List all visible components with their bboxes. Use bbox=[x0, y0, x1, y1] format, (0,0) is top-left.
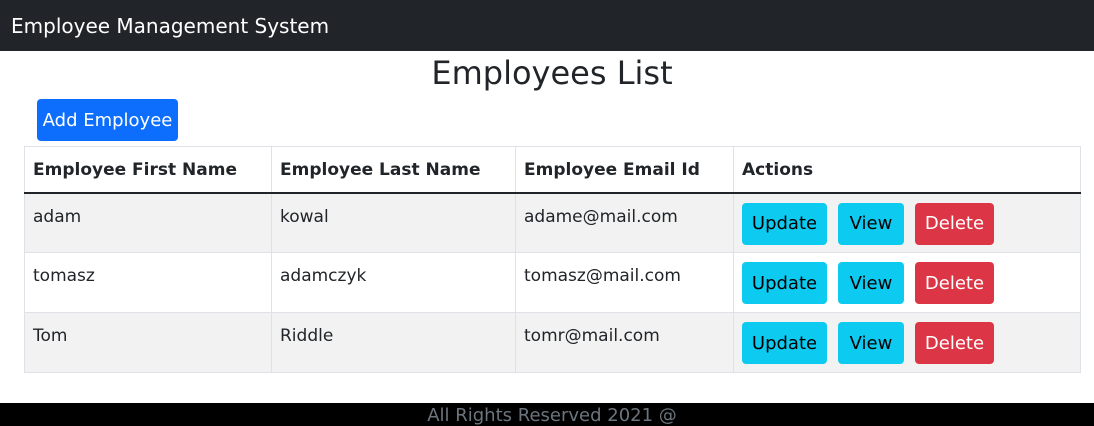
view-button[interactable]: View bbox=[838, 322, 904, 364]
header-last-name: Employee Last Name bbox=[271, 146, 516, 194]
cell-actions: Update View Delete bbox=[733, 252, 1081, 313]
header-actions: Actions bbox=[733, 146, 1081, 194]
header-email: Employee Email Id bbox=[515, 146, 734, 194]
cell-last-name: Riddle bbox=[271, 312, 516, 373]
add-employee-button[interactable]: Add Employee bbox=[37, 99, 178, 141]
cell-last-name: kowal bbox=[271, 192, 516, 253]
page-title: Employees List bbox=[431, 54, 673, 92]
delete-button[interactable]: Delete bbox=[915, 262, 994, 304]
cell-first-name: adam bbox=[24, 192, 272, 253]
header-first-name: Employee First Name bbox=[24, 146, 272, 194]
cell-email: tomr@mail.com bbox=[515, 312, 734, 373]
cell-actions: Update View Delete bbox=[733, 312, 1081, 373]
cell-email: adame@mail.com bbox=[515, 192, 734, 253]
delete-button[interactable]: Delete bbox=[915, 322, 994, 364]
view-button[interactable]: View bbox=[838, 202, 904, 245]
update-button[interactable]: Update bbox=[742, 262, 827, 304]
navbar-brand[interactable]: Employee Management System bbox=[11, 14, 329, 38]
table-header-row: Employee First Name Employee Last Name E… bbox=[24, 146, 1081, 194]
cell-first-name: Tom bbox=[24, 312, 272, 373]
view-button[interactable]: View bbox=[838, 262, 904, 304]
cell-first-name: tomasz bbox=[24, 252, 272, 313]
update-button[interactable]: Update bbox=[742, 322, 827, 364]
delete-button[interactable]: Delete bbox=[915, 202, 994, 245]
employees-table-container: Employee First Name Employee Last Name E… bbox=[24, 146, 1081, 373]
update-button[interactable]: Update bbox=[742, 202, 827, 245]
footer: All Rights Reserved 2021 @ bbox=[0, 403, 1094, 426]
footer-text: All Rights Reserved 2021 @ bbox=[427, 405, 677, 426]
employees-table: Employee First Name Employee Last Name E… bbox=[24, 146, 1081, 373]
table-row: Tom Riddle tomr@mail.com Update View Delet… bbox=[24, 312, 1081, 373]
cell-actions: Update View Delete bbox=[733, 192, 1081, 253]
cell-email: tomasz@mail.com bbox=[515, 252, 734, 313]
navbar: Employee Management System bbox=[0, 0, 1094, 51]
table-row: tomasz adamczyk tomasz@mail.com Update Vi… bbox=[24, 252, 1081, 313]
table-row: adam kowal adame@mail.com Update View Dele… bbox=[24, 192, 1081, 253]
cell-last-name: adamczyk bbox=[271, 252, 516, 313]
